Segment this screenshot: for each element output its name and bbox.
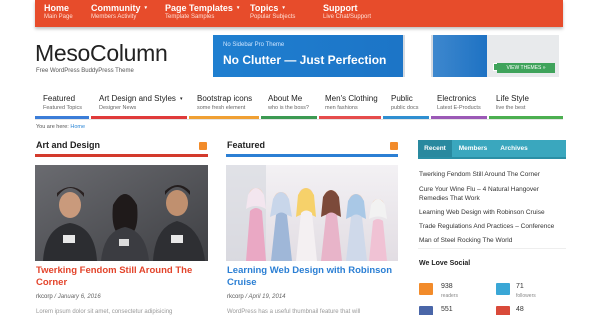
- main-nav-item-bootstrap-icons[interactable]: Bootstrap icons some fresh element: [197, 94, 252, 111]
- facebook-icon[interactable]: [419, 306, 433, 315]
- recent-post-link[interactable]: Learning Web Design with Robinson Cruise: [419, 208, 564, 217]
- top-nav-subtitle: Main Page: [44, 14, 73, 20]
- main-nav-subtitle: some fresh element: [197, 105, 246, 111]
- top-nav-subtitle: Live Chat/Support: [323, 14, 372, 20]
- main-nav-label: Public: [391, 94, 413, 103]
- recent-post-link[interactable]: Cure Your Wine Flu – 4 Natural Hangover …: [419, 185, 564, 203]
- section-underline: [226, 154, 398, 157]
- breadcrumb-home-link[interactable]: Home: [70, 124, 85, 130]
- main-nav-label: Life Style: [496, 94, 529, 103]
- chevron-down-icon: ▾: [236, 5, 240, 11]
- main-nav-subtitle: live the best: [496, 105, 526, 111]
- main-nav-item-art-design[interactable]: Art Design and Styles ▾ Designer News: [99, 94, 182, 111]
- meta-separator: /: [54, 294, 57, 300]
- banner-headline: No Clutter — Just Perfection: [223, 53, 387, 67]
- twitter-icon[interactable]: [496, 283, 510, 295]
- tab-underline: [418, 157, 566, 159]
- site-tagline: Free WordPress BuddyPress Theme: [36, 68, 134, 74]
- post-title-link[interactable]: Twerking Fendom Still Around The Corner: [36, 265, 211, 289]
- recent-post-link[interactable]: Trade Regulations And Practices – Confer…: [419, 222, 564, 231]
- main-nav-subtitle: men fashions: [325, 105, 358, 111]
- section-underline: [35, 154, 208, 157]
- top-nav-subtitle: Members Activity: [91, 14, 137, 20]
- post-author[interactable]: rkcorp: [36, 294, 53, 300]
- main-nav-subtitle: public docs: [391, 105, 419, 111]
- google-plus-icon[interactable]: [496, 306, 510, 315]
- social-label: readers: [441, 293, 458, 299]
- top-nav-subtitle: Popular Subjects: [250, 14, 296, 20]
- post-excerpt: Lorem ipsum dolor sit amet, consectetur …: [36, 309, 173, 315]
- top-nav-item-page-templates[interactable]: Page Templates ▾ Template Samples: [165, 3, 239, 21]
- main-nav-item-mens-clothing[interactable]: Men's Clothing men fashions: [325, 94, 378, 111]
- post-meta: rkcorp / January 6, 2016: [36, 294, 101, 300]
- main-nav-item-about-me[interactable]: About Me who is the boss?: [268, 94, 309, 111]
- social-count: 551: [441, 306, 453, 313]
- rss-icon[interactable]: [390, 142, 398, 150]
- main-nav-label: Electronics: [437, 94, 477, 103]
- site-logo[interactable]: MesoColumn: [35, 40, 168, 67]
- rss-icon[interactable]: [419, 283, 433, 295]
- view-themes-button[interactable]: VIEW THEMES »: [497, 63, 555, 73]
- recent-post-link[interactable]: Twerking Fendom Still Around The Corner: [419, 170, 564, 179]
- main-nav-item-public[interactable]: Public public docs: [391, 94, 419, 111]
- main-nav-label: Featured: [43, 94, 76, 103]
- recent-post-link[interactable]: Man of Steel Rocking The World: [419, 236, 564, 245]
- meta-separator: /: [245, 294, 248, 300]
- tab-members[interactable]: Members: [452, 140, 494, 157]
- main-nav-subtitle: Featured Topics: [43, 105, 83, 111]
- post-thumbnail-image[interactable]: [226, 165, 398, 261]
- chevron-down-icon: ▾: [144, 5, 148, 11]
- main-nav-item-electronics[interactable]: Electronics Latest E-Products: [437, 94, 481, 111]
- main-nav-item-life-style[interactable]: Life Style live the best: [496, 94, 529, 111]
- post-date: April 19, 2014: [248, 294, 286, 300]
- social-widget-title: We Love Social: [419, 260, 471, 267]
- post-meta: rkcorp / April 19, 2014: [227, 294, 286, 300]
- top-nav-item-topics[interactable]: Topics ▾ Popular Subjects: [250, 3, 295, 21]
- main-nav-subtitle: Designer News: [99, 105, 137, 111]
- post-date: January 6, 2016: [57, 294, 101, 300]
- main-nav-item-featured[interactable]: Featured Featured Topics: [43, 94, 82, 111]
- top-nav-label: Home: [44, 3, 70, 13]
- social-count: 71: [516, 283, 524, 290]
- top-nav-label: Page Templates: [165, 3, 233, 13]
- main-nav-label: Art Design and Styles: [99, 94, 176, 103]
- nav-divider: [35, 119, 563, 120]
- top-nav-label: Support: [323, 3, 358, 13]
- post-author[interactable]: rkcorp: [227, 294, 244, 300]
- banner-shade: [433, 35, 493, 77]
- top-navigation: Home Main Page Community ▾ Members Activi…: [35, 0, 563, 27]
- phone-mockup-image: [403, 35, 433, 77]
- social-count: 48: [516, 306, 524, 313]
- sidebar-tabs: Recent Members Archives: [418, 140, 566, 157]
- main-nav-label: Men's Clothing: [325, 94, 378, 103]
- section-title-featured[interactable]: Featured: [227, 140, 265, 150]
- tab-recent[interactable]: Recent: [418, 140, 452, 157]
- chevron-down-icon: ▾: [179, 96, 183, 102]
- social-label: followers: [516, 293, 536, 299]
- social-count: 938: [441, 283, 453, 290]
- main-nav-label: Bootstrap icons: [197, 94, 253, 103]
- banner-kicker: No Sidebar Pro Theme: [223, 42, 285, 48]
- main-nav-subtitle: who is the boss?: [268, 105, 309, 111]
- post-excerpt: WordPress has a useful thumbnail feature…: [227, 309, 361, 315]
- top-nav-item-support[interactable]: Support Live Chat/Support: [323, 3, 371, 21]
- breadcrumb-prefix: You are here:: [36, 124, 69, 130]
- sidebar-divider: [418, 248, 566, 249]
- promo-banner[interactable]: No Sidebar Pro Theme No Clutter — Just P…: [213, 35, 559, 77]
- rss-icon[interactable]: [199, 142, 207, 150]
- top-nav-subtitle: Template Samples: [165, 14, 215, 20]
- section-title-art-design[interactable]: Art and Design: [36, 140, 100, 150]
- main-nav-subtitle: Latest E-Products: [437, 105, 481, 111]
- tab-archives[interactable]: Archives: [494, 140, 534, 157]
- top-nav-item-home[interactable]: Home Main Page: [44, 3, 73, 21]
- main-nav-label: About Me: [268, 94, 303, 103]
- chevron-down-icon: ▾: [282, 5, 285, 11]
- post-thumbnail-image[interactable]: [35, 165, 208, 261]
- top-nav-label: Community: [91, 3, 141, 13]
- top-nav-label: Topics: [250, 3, 279, 13]
- top-nav-item-community[interactable]: Community ▾ Members Activity: [91, 3, 147, 21]
- post-title-link[interactable]: Learning Web Design with Robinson Cruise: [227, 265, 402, 289]
- breadcrumb: You are here: Home: [36, 124, 85, 130]
